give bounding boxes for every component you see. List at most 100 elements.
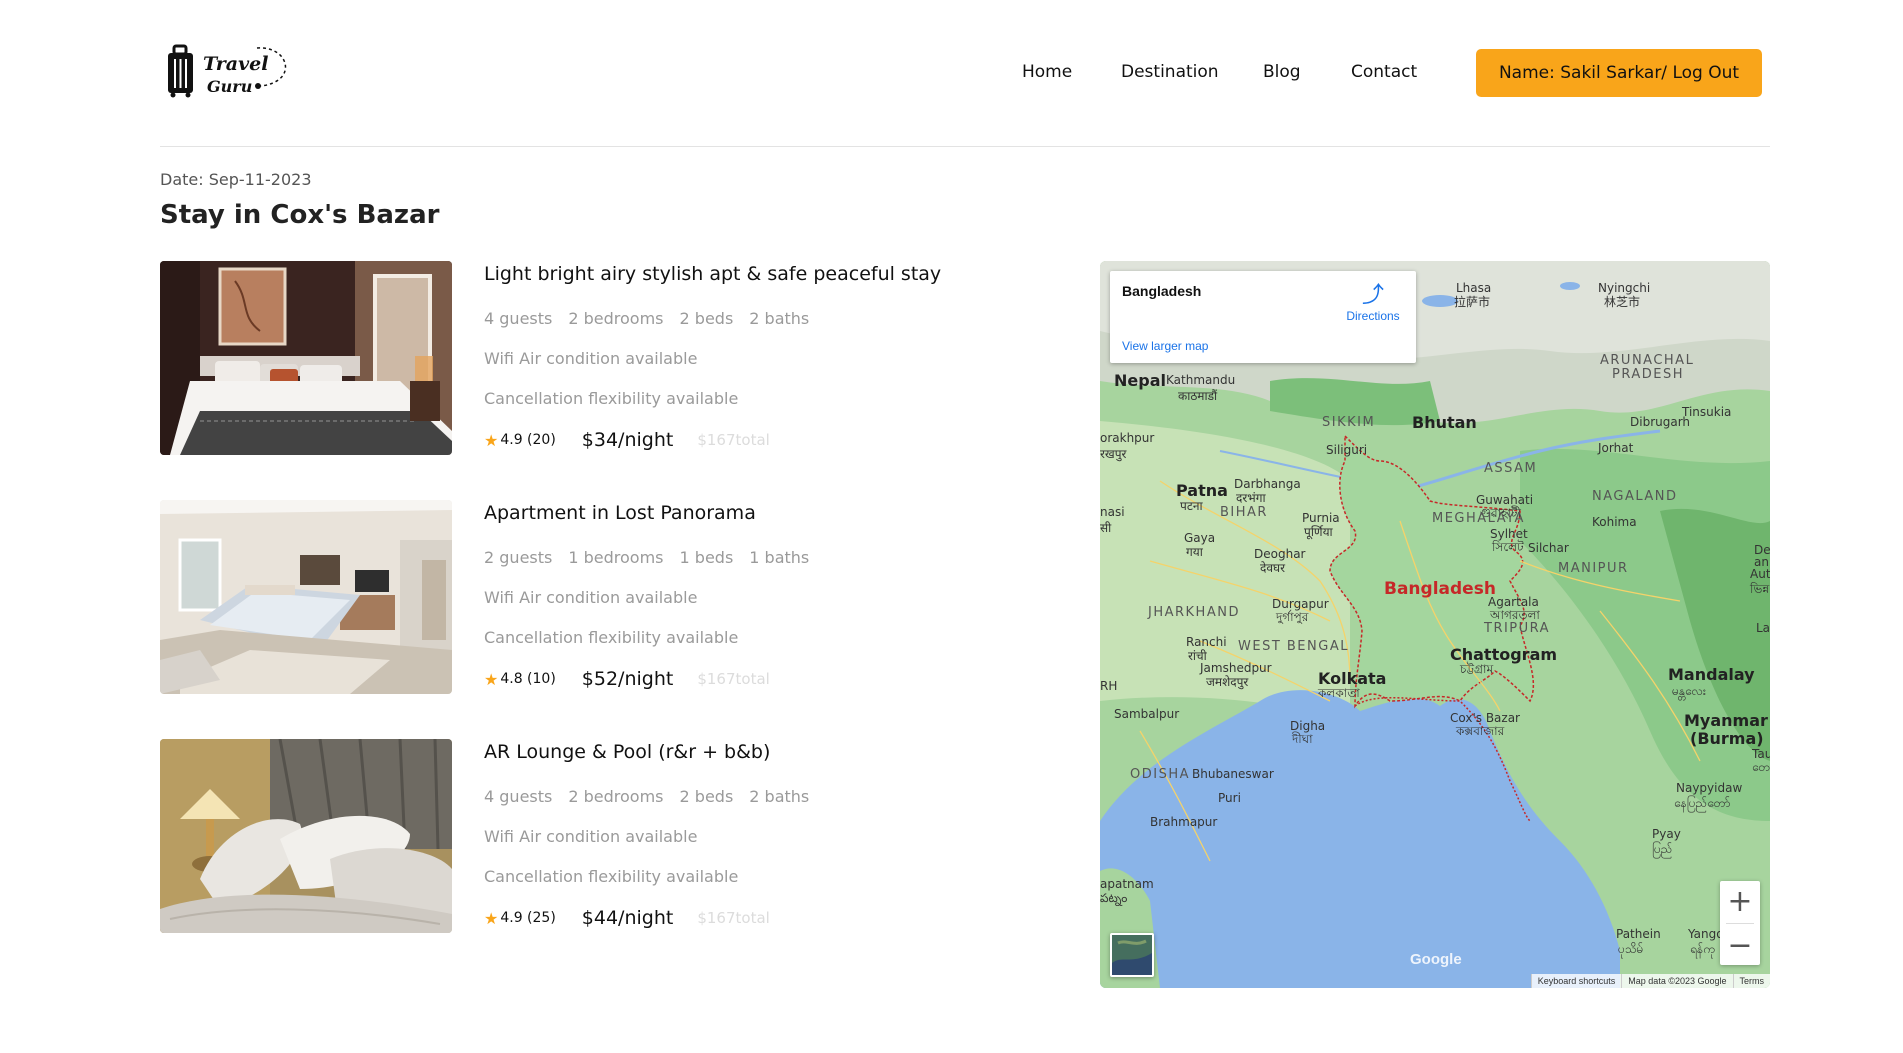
page-title: Stay in Cox's Bazar <box>160 200 440 230</box>
map-label: কক্সবাজার <box>1456 724 1505 738</box>
map-label: Silchar <box>1528 541 1569 555</box>
amenities-text: Wifi Air condition available <box>484 349 698 368</box>
beds-count: 1 beds <box>679 548 734 567</box>
map-label: ভিন্ন <box>1750 582 1770 596</box>
logo-text-line2: Guru <box>207 77 253 96</box>
map-label: Puri <box>1218 791 1241 805</box>
google-map[interactable]: Nepal Kathmandu काठमाडौं Lhasa 拉萨市 Nying… <box>1100 261 1770 988</box>
directions-icon: ⤴ <box>1361 282 1384 307</box>
map-label: पटना <box>1180 499 1203 513</box>
baths-count: 2 baths <box>749 309 810 328</box>
nav-home[interactable]: Home <box>1022 62 1072 82</box>
price-per-night: $52/night <box>581 668 674 690</box>
listing-title[interactable]: Apartment in Lost Panorama <box>484 502 1044 538</box>
keyboard-shortcuts-link[interactable]: Keyboard shortcuts <box>1530 974 1622 988</box>
map-label: apatnam <box>1100 877 1154 891</box>
place-name: Bangladesh <box>1122 283 1202 299</box>
star-icon: ★ <box>484 430 499 450</box>
bedrooms-count: 2 bedrooms <box>568 787 664 806</box>
map-label: देवघर <box>1260 561 1286 575</box>
total-price: $167total <box>697 670 770 688</box>
map-label: မန္တလေး <box>1672 684 1706 698</box>
satellite-layer-toggle[interactable] <box>1110 933 1154 977</box>
map-label: Sambalpur <box>1114 707 1180 721</box>
rating-value: 4.9 (20) <box>500 432 556 448</box>
listing-photo-bedroom[interactable] <box>160 500 452 694</box>
map-label: Nepal <box>1114 371 1166 390</box>
bedrooms-count: 1 bedrooms <box>568 548 664 567</box>
bedrooms-count: 2 bedrooms <box>568 309 664 328</box>
map-label: WEST BENGAL <box>1238 639 1349 654</box>
guests-count: 4 guests <box>484 787 553 806</box>
map-label-bangladesh: Bangladesh <box>1384 579 1496 599</box>
total-price: $167total <box>697 431 770 449</box>
listing-card[interactable]: AR Lounge & Pool (r&r + b&b) 4 guests 2 … <box>160 739 1060 935</box>
map-label: ARUNACHAL <box>1600 353 1695 368</box>
listing-title[interactable]: AR Lounge & Pool (r&r + b&b) <box>484 741 1044 777</box>
header-divider <box>160 146 1770 147</box>
map-label: 拉萨市 <box>1454 295 1491 309</box>
map-label: ပြည် <box>1652 842 1673 856</box>
map-label: Jorhat <box>1598 441 1634 455</box>
map-label: Siliguri <box>1326 443 1368 457</box>
listing-card[interactable]: Light bright airy stylish apt & safe pea… <box>160 261 1060 457</box>
nav-contact[interactable]: Contact <box>1351 62 1417 82</box>
map-label: Brahmapur <box>1150 815 1218 829</box>
map-label: সিলেট <box>1492 540 1524 554</box>
beds-count: 2 beds <box>679 787 734 806</box>
zoom-controls: + − <box>1720 881 1760 965</box>
nav-blog[interactable]: Blog <box>1263 62 1301 82</box>
terms-link[interactable]: Terms <box>1732 974 1771 988</box>
map-label: 林芝市 <box>1604 295 1641 309</box>
map-label: NAGALAND <box>1592 489 1678 504</box>
map-label: Kohima <box>1592 515 1637 529</box>
logo-text-line1: Travel <box>203 53 269 75</box>
travel-guru-logo[interactable]: Travel Guru <box>165 42 295 104</box>
baths-count: 2 baths <box>749 787 810 806</box>
map-label: nasi <box>1100 505 1125 519</box>
user-logout-button[interactable]: Name: Sakil Sarkar/ Log Out <box>1476 49 1762 97</box>
map-label: ပုသိမ် <box>1618 942 1644 956</box>
listing-photo-bedroom[interactable] <box>160 739 452 933</box>
directions-label: Directions <box>1346 309 1400 323</box>
map-label: Kathmandu <box>1166 373 1236 387</box>
listing-title[interactable]: Light bright airy stylish apt & safe pea… <box>484 263 1044 299</box>
map-label: PRADESH <box>1612 367 1684 382</box>
directions-button[interactable]: ⤴ Directions <box>1342 282 1404 324</box>
total-price: $167total <box>697 909 770 927</box>
star-icon: ★ <box>484 908 499 928</box>
map-label: တေ <box>1752 760 1770 774</box>
map-data-text: Map data ©2023 Google <box>1621 974 1732 988</box>
beds-count: 2 beds <box>679 309 734 328</box>
zoom-out-button[interactable]: − <box>1720 925 1760 965</box>
map-label: RH <box>1100 679 1118 693</box>
guests-count: 2 guests <box>484 548 553 567</box>
map-label: रखपुर <box>1100 447 1127 461</box>
nav-destination[interactable]: Destination <box>1121 62 1219 82</box>
map-label: పట్నం <box>1100 891 1128 905</box>
map-label: Dibrugarh <box>1630 415 1691 429</box>
map-label: Auto <box>1750 567 1770 581</box>
zoom-divider <box>1726 923 1754 924</box>
map-label: Pyay <box>1652 827 1681 841</box>
map-label: Naypyidaw <box>1676 781 1743 795</box>
map-label: काठमाडौं <box>1178 389 1218 403</box>
map-label: Bhubaneswar <box>1192 767 1274 781</box>
map-label: जमशेदपुर <box>1206 675 1249 689</box>
view-larger-map-link[interactable]: View larger map <box>1122 339 1208 353</box>
listing-photo-bedroom[interactable] <box>160 261 452 455</box>
zoom-in-button[interactable]: + <box>1720 881 1760 921</box>
map-label: गया <box>1186 545 1203 559</box>
map-label: SIKKIM <box>1322 415 1376 430</box>
map-label: Pathein <box>1616 927 1661 941</box>
cancellation-text: Cancellation flexibility available <box>484 628 739 647</box>
map-place-card: Bangladesh ⤴ Directions View larger map <box>1110 271 1416 363</box>
map-label: နေပြည်တော် <box>1674 796 1731 810</box>
map-label: Myanmar <box>1684 711 1768 730</box>
listing-card[interactable]: Apartment in Lost Panorama 2 guests 1 be… <box>160 500 1060 696</box>
map-label: কলকাতা <box>1318 686 1360 700</box>
price-per-night: $44/night <box>581 907 674 929</box>
google-logo: Google <box>1410 951 1462 968</box>
map-label: Yango <box>1688 927 1724 941</box>
map-label: दरभंगा <box>1236 491 1266 505</box>
